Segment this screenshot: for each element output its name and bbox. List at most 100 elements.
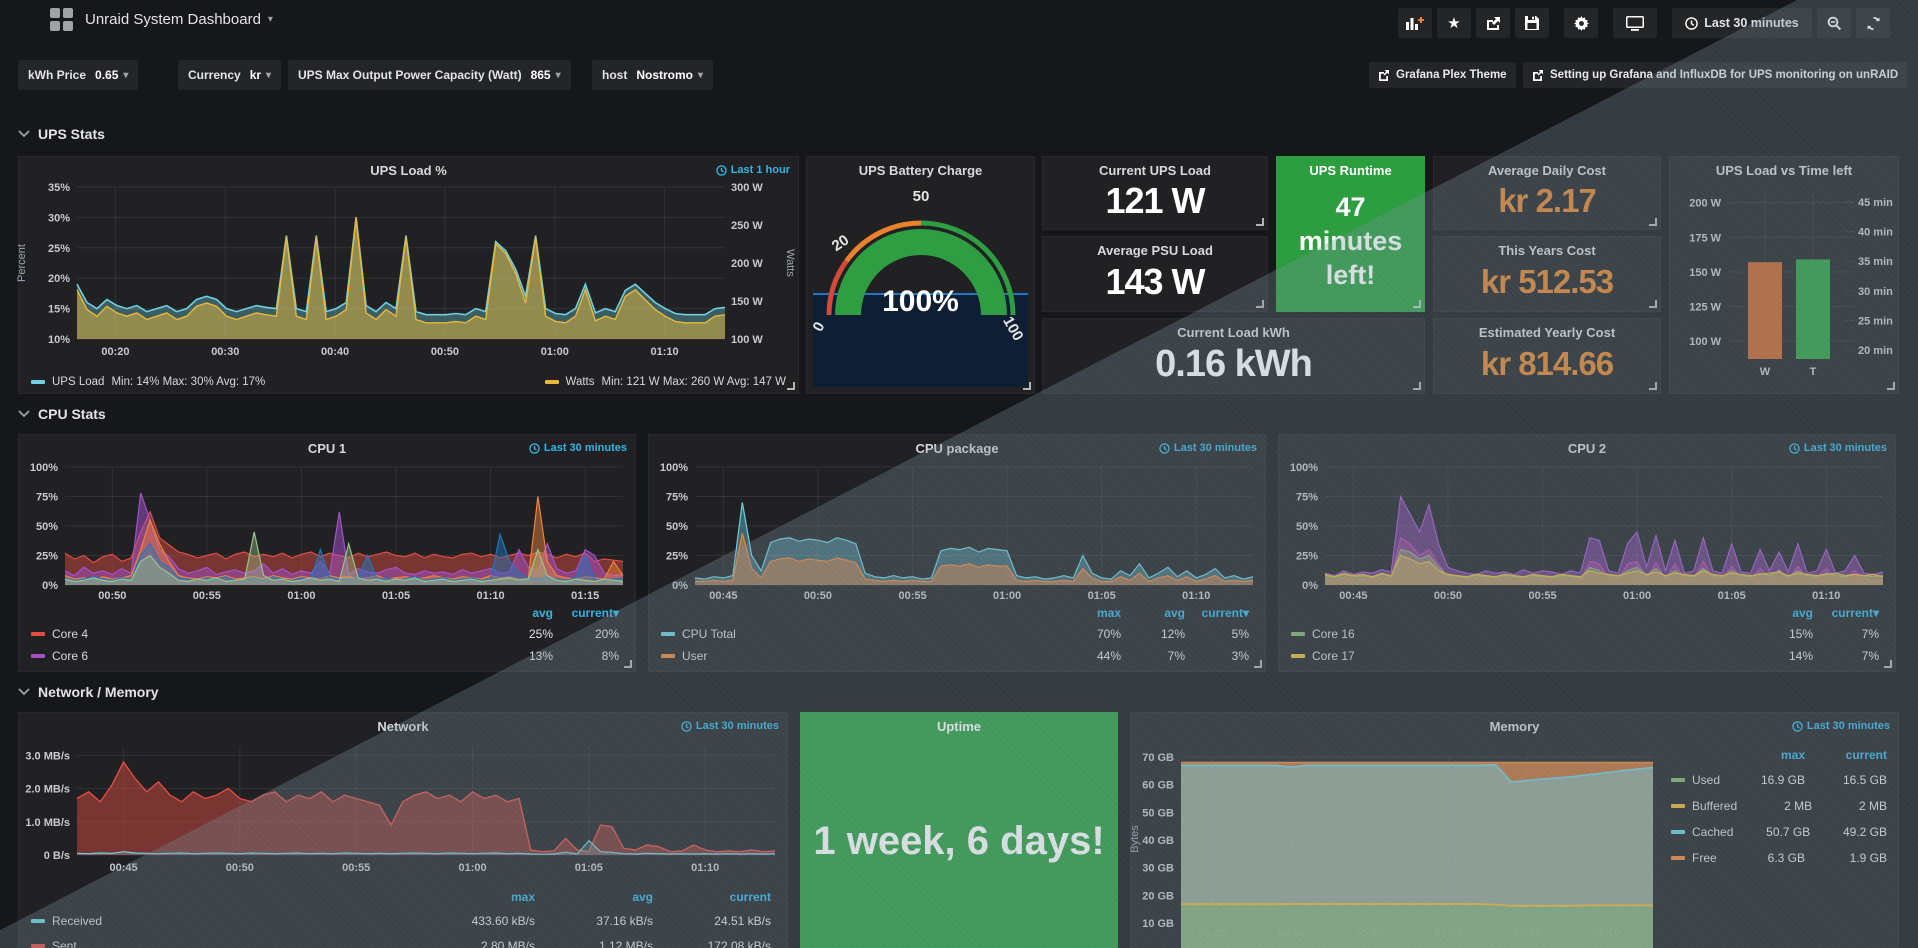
y-axis-label: Bytes	[1129, 825, 1141, 853]
legend-sort-header[interactable]: avg	[535, 890, 653, 904]
svg-text:35 min: 35 min	[1858, 256, 1893, 268]
variable-label: UPS Max Output Power Capacity (Watt)	[298, 68, 522, 82]
network-legend: maxavgcurrent Received433.60 kB/s37.16 kB…	[31, 885, 771, 948]
legend-series[interactable]: Core 16	[1291, 627, 1747, 641]
section-network-memory[interactable]: Network / Memory	[18, 684, 159, 700]
panel-timeframe[interactable]: Last 30 minutes	[1789, 442, 1887, 454]
svg-text:50%: 50%	[666, 521, 688, 533]
settings-button[interactable]	[1564, 8, 1598, 38]
section-title: CPU Stats	[38, 406, 106, 422]
time-range-button[interactable]: Last 30 minutes	[1672, 8, 1812, 38]
refresh-button[interactable]	[1856, 8, 1890, 38]
series-name: Core 4	[52, 627, 88, 641]
legend-sort-header[interactable]: max	[417, 890, 535, 904]
legend-series[interactable]: Cached	[1671, 825, 1733, 839]
stat-title[interactable]: Current Load kWh	[1051, 325, 1416, 340]
series-color-dash	[661, 632, 675, 636]
legend-series[interactable]: Buffered	[1671, 799, 1737, 813]
legend-series[interactable]: WattsMin: 121 W Max: 260 W Avg: 147 W	[545, 376, 786, 388]
add-panel-button[interactable]	[1398, 8, 1432, 38]
svg-text:00:45: 00:45	[709, 590, 737, 602]
legend-sort-header[interactable]: current▾	[1185, 606, 1249, 620]
legend-series[interactable]: Core 4	[31, 627, 487, 641]
legend-sort-header[interactable]: max	[1723, 748, 1805, 762]
legend-sort-header[interactable]: current▾	[1813, 606, 1879, 620]
legend-value: 25%	[487, 627, 553, 641]
variable-currency[interactable]: Currency kr▾	[178, 60, 281, 90]
legend-value: 14%	[1747, 649, 1813, 663]
stat-title[interactable]: Uptime	[841, 719, 1077, 734]
stat-title[interactable]: This Years Cost	[1442, 243, 1652, 258]
panel-timeframe[interactable]: Last 1 hour	[716, 164, 790, 176]
clock-icon	[1792, 721, 1803, 732]
legend-series[interactable]: Core 17	[1291, 649, 1747, 663]
legend-value: 2 MB	[1812, 799, 1887, 813]
star-button[interactable]: ★	[1437, 8, 1471, 38]
legend-row: Received433.60 kB/s37.16 kB/s24.51 kB/s	[31, 908, 771, 933]
chevron-down-icon	[18, 130, 30, 138]
link-grafana-influxdb-guide[interactable]: Setting up Grafana and InfluxDB for UPS …	[1523, 62, 1907, 88]
section-ups-stats[interactable]: UPS Stats	[18, 126, 105, 142]
svg-text:00:55: 00:55	[342, 862, 370, 874]
cpu2-chart[interactable]: 100%75%50%25%0%00:4500:5000:5501:0001:05…	[1279, 435, 1895, 615]
variable-kwh-price[interactable]: kWh Price 0.65▾	[18, 60, 138, 90]
legend-sort-header[interactable]: avg	[487, 606, 553, 620]
legend-series[interactable]: Free	[1671, 851, 1723, 865]
svg-text:20 GB: 20 GB	[1142, 890, 1174, 902]
variable-ups-max-output[interactable]: UPS Max Output Power Capacity (Watt) 865…	[288, 60, 571, 90]
series-color-dash	[31, 944, 45, 948]
dashboard-title-button[interactable]: Unraid System Dashboard ▾	[85, 11, 273, 28]
link-grafana-plex-theme[interactable]: Grafana Plex Theme	[1369, 62, 1516, 88]
panel-timeframe[interactable]: Last 30 minutes	[529, 442, 627, 454]
legend-sort-header[interactable]: avg	[1121, 606, 1185, 620]
svg-text:25%: 25%	[48, 243, 70, 255]
stat-title[interactable]: UPS Runtime	[1283, 163, 1418, 178]
cpu-package-chart[interactable]: 100%75%50%25%0%00:4500:5000:5501:0001:05…	[649, 435, 1265, 615]
network-chart[interactable]: 3.0 MB/s2.0 MB/s1.0 MB/s0 B/s00:4500:500…	[19, 713, 787, 881]
legend-series[interactable]: Received	[31, 914, 417, 928]
legend-series[interactable]: CPU Total	[661, 627, 1057, 641]
legend-series[interactable]: User	[661, 649, 1057, 663]
panel-timeframe[interactable]: Last 30 minutes	[681, 720, 779, 732]
zoom-out-button[interactable]	[1817, 8, 1851, 38]
section-cpu-stats[interactable]: CPU Stats	[18, 406, 106, 422]
legend-sort-header[interactable]: max	[1057, 606, 1121, 620]
variable-host[interactable]: host Nostromo▾	[592, 60, 713, 90]
stat-title[interactable]: Estimated Yearly Cost	[1442, 325, 1652, 340]
apps-grid-icon[interactable]	[50, 8, 73, 31]
legend-series[interactable]: Sent	[31, 939, 417, 948]
ups-load-chart[interactable]: 35%30%25%20%15%10%300 W250 W200 W150 W10…	[19, 157, 798, 367]
cpu1-chart[interactable]: 100%75%50%25%0%00:5000:5501:0001:0501:10…	[19, 435, 635, 615]
svg-text:200 W: 200 W	[731, 258, 763, 270]
legend-value: 50.7 GB	[1733, 825, 1810, 839]
legend-header-row: avgcurrent▾	[1291, 603, 1879, 623]
panel-timeframe[interactable]: Last 30 minutes	[1159, 442, 1257, 454]
panel-average-daily-cost: Average Daily Cost kr 2.17	[1433, 156, 1661, 230]
panel-timeframe[interactable]: Last 30 minutes	[1792, 720, 1890, 732]
stat-title[interactable]: Average PSU Load	[1051, 243, 1259, 258]
stat-title[interactable]: Current UPS Load	[1051, 163, 1259, 178]
share-button[interactable]	[1476, 8, 1510, 38]
save-button[interactable]	[1515, 8, 1549, 38]
svg-text:0%: 0%	[42, 580, 58, 592]
series-color-dash	[1671, 778, 1685, 782]
ups-load-vs-time-chart[interactable]: 200 W175 W150 W125 W100 W45 min40 min35 …	[1670, 157, 1898, 393]
legend-series[interactable]: UPS LoadMin: 14% Max: 30% Avg: 17%	[31, 376, 265, 388]
svg-text:70 GB: 70 GB	[1142, 752, 1174, 764]
time-range-label: Last 30 minutes	[1704, 16, 1798, 30]
legend-sort-header[interactable]: avg	[1747, 606, 1813, 620]
stat-title[interactable]: Average Daily Cost	[1442, 163, 1652, 178]
legend-sort-header[interactable]: current	[653, 890, 771, 904]
legend-value: 49.2 GB	[1810, 825, 1887, 839]
series-name: Sent	[52, 939, 77, 948]
memory-legend: maxcurrentUsed16.9 GB16.5 GBBuffered2 MB…	[1671, 743, 1887, 871]
legend-series[interactable]: Core 6	[31, 649, 487, 663]
battery-gauge-chart[interactable]: 02050100	[807, 157, 1034, 393]
cpu1-legend: avgcurrent▾Core 425%20%Core 613%8%	[31, 603, 619, 667]
legend-sort-header[interactable]: current▾	[553, 606, 619, 620]
section-title: UPS Stats	[38, 126, 105, 142]
cycle-view-button[interactable]	[1613, 8, 1657, 38]
legend-sort-header[interactable]: current	[1805, 748, 1887, 762]
svg-text:75%: 75%	[1296, 492, 1318, 504]
legend-series[interactable]: Used	[1671, 773, 1723, 787]
